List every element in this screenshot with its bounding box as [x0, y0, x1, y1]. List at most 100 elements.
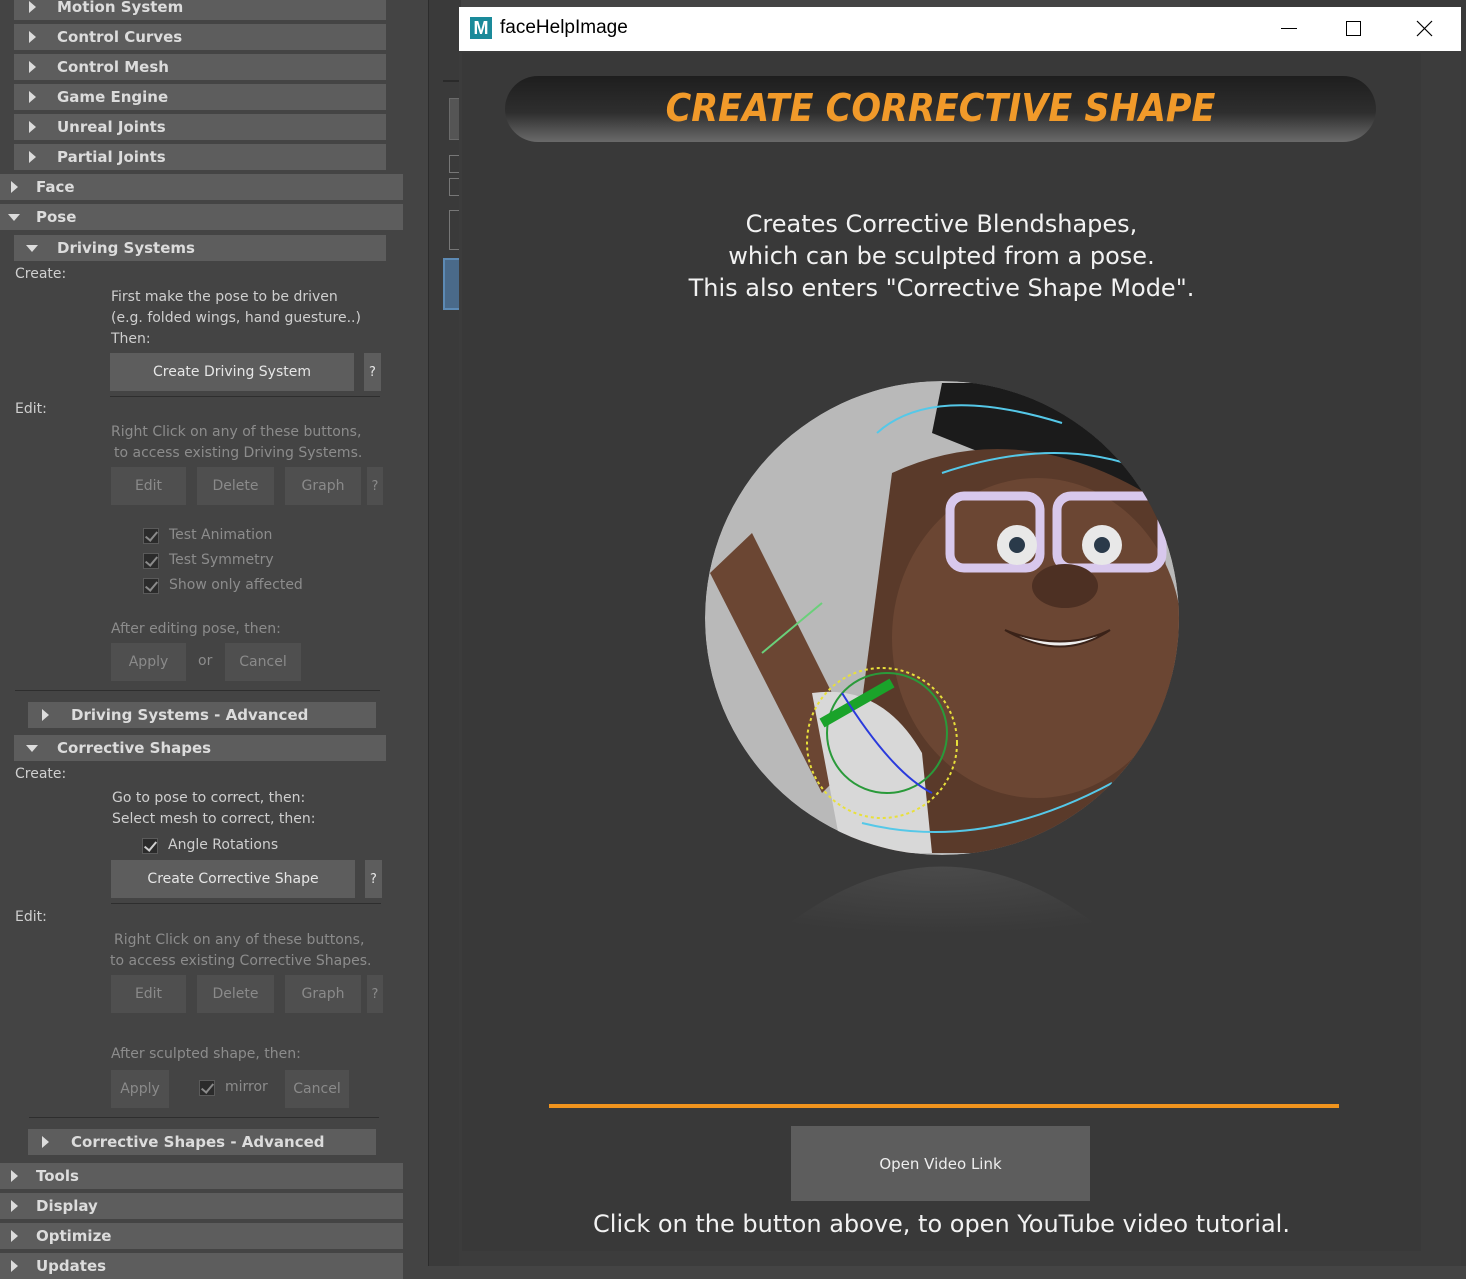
instruction-line: (e.g. folded wings, hand guesture..) — [111, 310, 361, 326]
create-label: Create: — [15, 766, 67, 782]
section-label: Unreal Joints — [57, 118, 166, 136]
graph-button[interactable]: Graph — [285, 467, 361, 505]
chevron-right-icon — [11, 1200, 18, 1212]
help-button[interactable]: ? — [364, 353, 381, 391]
section-display[interactable]: Display — [0, 1193, 403, 1219]
instruction-line: Then: — [111, 331, 151, 347]
edit-label: Edit: — [15, 909, 47, 925]
character-illustration — [705, 381, 1179, 855]
checkbox-label: Angle Rotations — [168, 837, 279, 853]
section-driving-systems[interactable]: Driving Systems — [14, 235, 386, 261]
help-button[interactable]: ? — [367, 467, 383, 505]
divider — [110, 396, 380, 397]
section-label: Driving Systems — [57, 239, 195, 257]
close-button[interactable] — [1401, 7, 1447, 51]
section-corrective-shapes-advanced[interactable]: Corrective Shapes - Advanced — [28, 1129, 376, 1155]
section-pose[interactable]: Pose — [0, 204, 403, 230]
reflection — [757, 866, 1127, 950]
edit-button[interactable]: Edit — [111, 467, 186, 505]
section-label: Tools — [36, 1167, 79, 1185]
chevron-right-icon — [11, 181, 18, 193]
section-optimize[interactable]: Optimize — [0, 1223, 403, 1249]
show-only-affected-checkbox[interactable] — [143, 578, 159, 594]
checkbox-label: Test Animation — [169, 527, 273, 543]
create-driving-system-button[interactable]: Create Driving System — [110, 353, 354, 391]
section-motion-system[interactable]: Motion System — [14, 0, 386, 20]
instruction-line: First make the pose to be driven — [111, 289, 338, 305]
section-label: Motion System — [57, 0, 184, 16]
section-label: Pose — [36, 208, 77, 226]
section-label: Optimize — [36, 1227, 112, 1245]
mirror-checkbox[interactable] — [199, 1080, 215, 1096]
section-label: Control Curves — [57, 28, 183, 46]
section-corrective-shapes[interactable]: Corrective Shapes — [14, 735, 386, 761]
cancel-button[interactable]: Cancel — [285, 1070, 349, 1108]
cancel-button[interactable]: Cancel — [225, 643, 301, 681]
minimize-icon — [1281, 28, 1297, 29]
delete-button[interactable]: Delete — [197, 467, 274, 505]
instruction-line: to access existing Corrective Shapes. — [110, 953, 372, 969]
instruction-line: to access existing Driving Systems. — [114, 445, 363, 461]
chevron-right-icon — [11, 1260, 18, 1272]
instruction-line: Go to pose to correct, then: — [112, 790, 306, 806]
section-label: Driving Systems - Advanced — [71, 706, 309, 724]
help-image: CREATE CORRECTIVE SHAPE Creates Correcti… — [462, 53, 1421, 1251]
chevron-down-icon — [26, 745, 38, 752]
section-label: Game Engine — [57, 88, 169, 106]
chevron-right-icon — [29, 1, 36, 13]
section-label: Corrective Shapes — [57, 739, 212, 757]
delete-button[interactable]: Delete — [197, 975, 274, 1013]
section-control-curves[interactable]: Control Curves — [14, 24, 386, 50]
section-label: Control Mesh — [57, 58, 169, 76]
close-icon — [1416, 20, 1433, 37]
maximize-button[interactable] — [1331, 7, 1377, 51]
instruction-line: Right Click on any of these buttons, — [114, 932, 365, 948]
chevron-right-icon — [11, 1230, 18, 1242]
chevron-right-icon — [29, 121, 36, 133]
section-partial-joints[interactable]: Partial Joints — [14, 144, 386, 170]
maya-app-icon: M — [470, 17, 492, 39]
section-game-engine[interactable]: Game Engine — [14, 84, 386, 110]
test-animation-checkbox[interactable] — [143, 528, 159, 544]
help-button[interactable]: ? — [365, 860, 382, 898]
edit-label: Edit: — [15, 401, 47, 417]
test-symmetry-checkbox[interactable] — [143, 553, 159, 569]
section-label: Display — [36, 1197, 98, 1215]
chevron-right-icon — [42, 709, 49, 721]
section-tools[interactable]: Tools — [0, 1163, 403, 1189]
background-panel — [1190, 0, 1466, 7]
background-toolbar-strip — [428, 0, 463, 1266]
section-label: Partial Joints — [57, 148, 166, 166]
banner-title: CREATE CORRECTIVE SHAPE — [665, 86, 1216, 130]
graph-button[interactable]: Graph — [285, 975, 361, 1013]
divider — [15, 690, 380, 691]
apply-button[interactable]: Apply — [111, 1070, 169, 1108]
dialog-title: faceHelpImage — [500, 17, 628, 38]
section-unreal-joints[interactable]: Unreal Joints — [14, 114, 386, 140]
minimize-button[interactable] — [1265, 7, 1311, 51]
section-label: Face — [36, 178, 75, 196]
divider — [111, 903, 381, 904]
description-line: which can be sculpted from a pose. — [728, 242, 1155, 270]
chevron-right-icon — [29, 61, 36, 73]
create-label: Create: — [15, 266, 67, 282]
create-corrective-shape-button[interactable]: Create Corrective Shape — [111, 860, 355, 898]
after-label: After sculpted shape, then: — [111, 1046, 301, 1062]
checkbox-label: mirror — [225, 1079, 268, 1095]
open-video-link-button[interactable]: Open Video Link — [791, 1126, 1090, 1201]
chevron-down-icon — [26, 245, 38, 252]
section-face[interactable]: Face — [0, 174, 403, 200]
after-label: After editing pose, then: — [111, 621, 281, 637]
angle-rotations-checkbox[interactable] — [142, 838, 158, 854]
section-driving-systems-advanced[interactable]: Driving Systems - Advanced — [28, 702, 376, 728]
description-line: Creates Corrective Blendshapes, — [745, 210, 1138, 238]
dialog-titlebar: M faceHelpImage — [459, 7, 1461, 51]
or-label: or — [198, 653, 213, 669]
help-button[interactable]: ? — [367, 975, 383, 1013]
chevron-right-icon — [29, 151, 36, 163]
edit-button[interactable]: Edit — [111, 975, 186, 1013]
chevron-right-icon — [11, 1170, 18, 1182]
apply-button[interactable]: Apply — [111, 643, 186, 681]
section-updates[interactable]: Updates — [0, 1253, 403, 1279]
section-control-mesh[interactable]: Control Mesh — [14, 54, 386, 80]
